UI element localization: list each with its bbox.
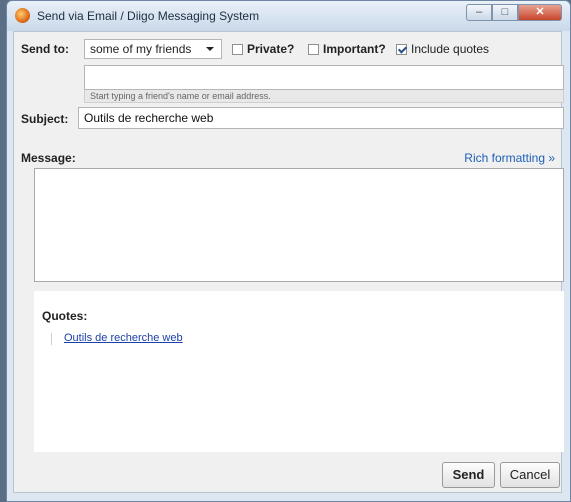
chevron-down-icon <box>206 47 214 51</box>
message-label: Message: <box>21 151 76 165</box>
dialog-window: Send via Email / Diigo Messaging System … <box>6 0 571 502</box>
send-to-select[interactable]: some of my friends <box>84 39 222 59</box>
include-quotes-checkbox[interactable]: Include quotes <box>396 42 489 56</box>
cancel-button[interactable]: Cancel <box>500 462 560 488</box>
include-quotes-checkbox-label: Include quotes <box>411 42 490 56</box>
private-checkbox[interactable]: Private? <box>232 42 294 56</box>
send-to-label: Send to: <box>21 42 69 56</box>
quote-link[interactable]: Outils de recherche web <box>64 332 183 344</box>
message-textarea[interactable] <box>34 168 564 282</box>
recipients-input[interactable] <box>84 65 564 90</box>
quotes-panel: Quotes: Outils de recherche web <box>34 291 564 452</box>
window-controls: – □ ✕ <box>466 4 562 22</box>
subject-input[interactable]: Outils de recherche web <box>78 107 564 129</box>
send-button[interactable]: Send <box>442 462 495 488</box>
private-checkbox-label: Private? <box>247 42 295 56</box>
quote-marker <box>51 333 52 345</box>
close-button[interactable]: ✕ <box>518 4 562 21</box>
maximize-button[interactable]: □ <box>492 4 518 21</box>
important-checkbox-label: Important? <box>323 42 386 56</box>
firefox-icon <box>15 8 30 23</box>
recipients-hint: Start typing a friend's name or email ad… <box>84 90 564 103</box>
minimize-button[interactable]: – <box>466 4 492 21</box>
include-quotes-checkbox-box[interactable] <box>396 43 407 55</box>
send-to-value: some of my friends <box>90 42 192 56</box>
dialog-body: Send to: some of my friends Private? Imp… <box>13 31 564 493</box>
rich-formatting-link[interactable]: Rich formatting » <box>464 151 555 165</box>
important-checkbox-box[interactable] <box>308 43 319 55</box>
title-bar[interactable]: Send via Email / Diigo Messaging System … <box>7 1 570 31</box>
window-title: Send via Email / Diigo Messaging System <box>37 9 260 23</box>
private-checkbox-box[interactable] <box>232 43 243 55</box>
quotes-title: Quotes: <box>42 309 88 323</box>
important-checkbox[interactable]: Important? <box>308 42 386 56</box>
subject-label: Subject: <box>21 112 69 126</box>
